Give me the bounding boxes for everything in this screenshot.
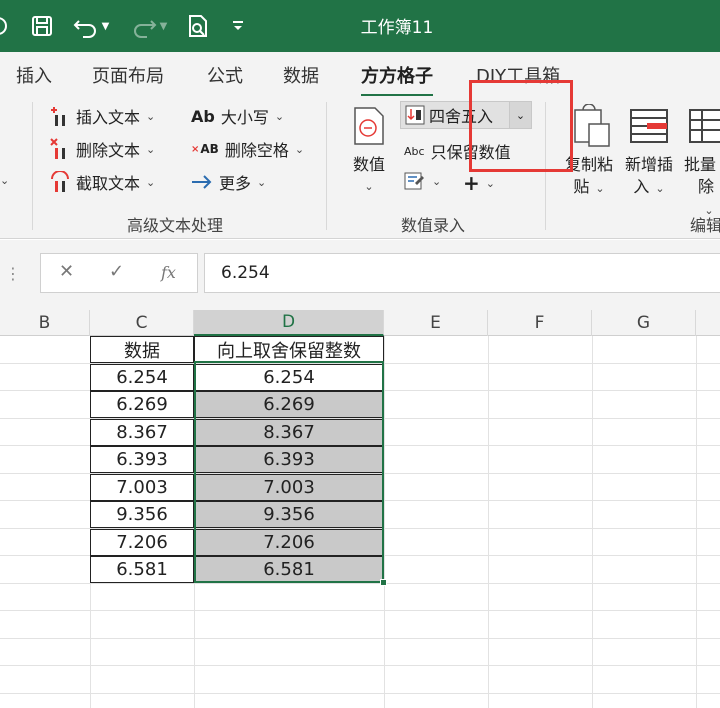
grid-line	[0, 665, 720, 666]
table-cell[interactable]: 6.269	[90, 391, 194, 418]
insert-text-icon	[50, 105, 70, 127]
formula-bar: ⋮ ✕ ✓ fx 6.254	[0, 240, 720, 310]
grid-line	[592, 336, 593, 708]
insert-text-button[interactable]: 插入文本 ⌄	[50, 104, 155, 128]
table-cell[interactable]: 6.393	[194, 446, 384, 473]
confirm-icon[interactable]: ✓	[109, 261, 124, 282]
tab-fangfanggezi[interactable]: 方方格子	[361, 62, 433, 97]
formula-input[interactable]: 6.254	[204, 253, 720, 293]
window-title: 工作簿11	[360, 18, 434, 38]
case-icon: Ab	[191, 106, 215, 126]
batch-delete-button[interactable]: 批量 除⌄	[684, 104, 720, 222]
grid-line	[384, 336, 385, 708]
delete-text-icon	[50, 138, 70, 160]
table-cell[interactable]: 7.003	[90, 474, 194, 501]
delete-spaces-icon: × AB	[191, 142, 219, 156]
group-label-edit: 编辑	[690, 216, 720, 235]
value-button[interactable]: 数值 ⌄	[345, 104, 393, 198]
table-cell[interactable]: 9.356	[194, 501, 384, 528]
case-button[interactable]: Ab 大小写 ⌄	[191, 104, 284, 128]
column-header-h[interactable]	[696, 310, 720, 336]
tab-formulas[interactable]: 公式	[207, 62, 243, 88]
table-cell[interactable]: 8.367	[194, 419, 384, 446]
table-cell[interactable]: 6.269	[194, 391, 384, 418]
insert-new-button[interactable]: 新增插 入 ⌄	[622, 104, 676, 200]
grid-line	[0, 610, 720, 611]
table-cell[interactable]: 8.367	[90, 419, 194, 446]
fill-handle[interactable]	[380, 579, 387, 586]
cancel-icon[interactable]: ✕	[59, 261, 74, 282]
ribbon-separator	[326, 102, 327, 230]
keep-value-icon: Abc	[404, 144, 425, 158]
column-header-b[interactable]: B	[0, 310, 90, 336]
ribbon-tabs: 插入 页面布局 公式 数据 方方格子 DIY工具箱	[0, 52, 720, 97]
extract-text-button[interactable]: 截取文本 ⌄	[50, 170, 155, 194]
tab-page-layout[interactable]: 页面布局	[92, 62, 164, 88]
delete-text-button[interactable]: 删除文本 ⌄	[50, 137, 155, 161]
tab-data[interactable]: 数据	[283, 62, 319, 88]
add-dropdown-button[interactable]: + ⌄	[463, 171, 495, 195]
grid-line	[0, 583, 720, 584]
table-cell[interactable]: 6.393	[90, 446, 194, 473]
column-header-e[interactable]: E	[384, 310, 488, 336]
column-header-f[interactable]: F	[488, 310, 592, 336]
delete-spaces-button[interactable]: × AB 删除空格 ⌄	[191, 137, 304, 161]
column-headers: B C D E F G	[0, 310, 720, 336]
highlight-box	[469, 80, 573, 172]
ribbon: ⌄ 插入文本 ⌄ 删除文本 ⌄ 截取文本 ⌄ Ab 大小写 ⌄ × AB 删除空格 ⌄ 更多…	[0, 96, 720, 239]
column-header-c[interactable]: C	[90, 310, 194, 336]
table-cell[interactable]: 7.206	[194, 529, 384, 556]
grid-line	[0, 693, 720, 694]
column-header-g[interactable]: G	[592, 310, 696, 336]
table-cell[interactable]: 7.003	[194, 474, 384, 501]
grid-line	[696, 336, 697, 708]
header-cell-data[interactable]: 数据	[90, 336, 194, 363]
tab-insert[interactable]: 插入	[16, 62, 52, 88]
extract-text-icon	[50, 171, 70, 193]
grid-line	[488, 336, 489, 708]
more-button[interactable]: 更多 ⌄	[191, 170, 266, 194]
title-bar: ▼ ▼ 工作簿11	[0, 0, 720, 52]
insert-rows-icon	[627, 104, 671, 154]
table-cell[interactable]: 7.206	[90, 529, 194, 556]
format-icon	[404, 171, 426, 191]
arrow-right-icon	[191, 174, 213, 190]
round-icon	[405, 105, 425, 125]
column-header-d[interactable]: D	[194, 310, 384, 336]
group-label-value: 数值录入	[401, 216, 466, 235]
plus-icon: +	[463, 171, 480, 195]
table-cell[interactable]: 9.356	[90, 501, 194, 528]
function-icon[interactable]: fx	[161, 263, 176, 282]
formula-buttons: ✕ ✓ fx	[40, 253, 198, 293]
copy-paste-icon	[567, 103, 611, 154]
header-cell-roundup[interactable]: 向上取舍保留整数	[194, 336, 384, 363]
table-cell[interactable]: 6.581	[90, 556, 194, 583]
left-expand-chevron-icon[interactable]: ⌄	[0, 174, 9, 187]
table-cell[interactable]: 6.254	[90, 364, 194, 391]
batch-delete-icon	[684, 104, 720, 154]
format-dropdown-button[interactable]: ⌄	[404, 171, 441, 191]
table-cell-active[interactable]: 6.254	[194, 364, 384, 391]
group-label-text: 高级文本处理	[127, 216, 224, 235]
grid-line	[0, 638, 720, 639]
name-box-handle[interactable]: ⋮	[0, 253, 26, 293]
value-icon	[349, 104, 389, 154]
ribbon-separator	[32, 102, 33, 230]
table-cell[interactable]: 6.581	[194, 556, 384, 583]
